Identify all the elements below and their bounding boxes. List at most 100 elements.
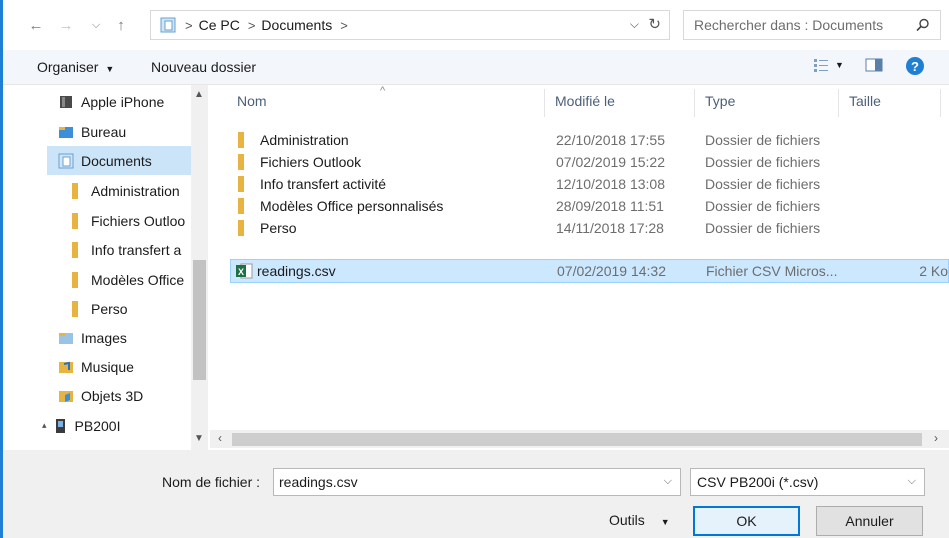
ok-button[interactable]: OK [693,506,800,536]
nav-item-objets-3d[interactable]: Objets 3D [3,381,194,410]
recent-locations-chevron-icon[interactable]: ⌵ [85,14,107,36]
column-divider[interactable] [838,89,839,117]
nav-pane-scrollbar[interactable]: ▲ ▼ [191,85,208,450]
file-type: Dossier de fichiers [705,198,821,214]
nav-item-apple-iphone[interactable]: Apple iPhone [3,87,194,116]
address-bar[interactable]: > Ce PC > Documents > ⌵ ↻ [150,10,670,40]
organize-dropdown-icon: ▼ [105,64,115,74]
search-icon[interactable] [916,18,930,32]
search-box[interactable] [683,10,941,40]
scroll-left-icon[interactable]: ‹ [218,431,222,445]
nav-item-label: Info transfert a [91,241,182,258]
file-row[interactable]: Modèles Office personnalisés 28/09/2018 … [230,195,949,217]
file-type: Fichier CSV Micros... [706,263,838,279]
navigation-pane: Apple iPhone Bureau Documents Administra… [3,85,208,450]
cancel-button[interactable]: Annuler [816,506,923,536]
nav-item-label: Images [81,329,127,346]
breadcrumb-separator: > [185,17,193,33]
folder-icon [238,154,244,170]
nav-item-label: Musique [81,358,134,375]
documents-icon [160,17,176,33]
pictures-folder-icon [59,332,73,344]
nav-scrollbar-thumb[interactable] [193,260,206,380]
address-row: ← → ⌵ ↑ > Ce PC > Documents > ⌵ ↻ [3,0,949,50]
nav-item-pb200i[interactable]: ▴ PB200I [3,411,194,440]
sort-ascending-icon: ^ [380,85,386,97]
horizontal-scrollbar-thumb[interactable] [232,433,922,446]
file-type: Dossier de fichiers [705,220,821,236]
column-divider[interactable] [544,89,545,117]
nav-item-documents[interactable]: Documents [47,146,194,175]
nav-item-label: Administration [91,182,180,199]
folder-icon [238,132,244,148]
file-list: ^ Nom Modifié le Type Taille Administrat… [210,85,949,450]
nav-item-images[interactable]: Images [3,323,194,352]
filename-history-chevron-icon[interactable]: ⌵ [664,475,672,488]
column-header-name[interactable]: Nom [237,93,267,109]
up-arrow-icon[interactable]: ↑ [110,14,132,36]
tools-button[interactable]: Outils ▼ [609,512,670,528]
filename-input[interactable] [279,474,639,490]
svg-text:X: X [238,267,244,277]
help-icon[interactable]: ? [905,56,925,76]
search-input[interactable] [694,17,894,33]
new-folder-button[interactable]: Nouveau dossier [151,59,256,75]
organize-button[interactable]: Organiser ▼ [37,59,114,75]
file-row[interactable]: Info transfert activité 12/10/2018 13:08… [230,173,949,195]
column-header-size[interactable]: Taille [849,93,881,109]
breadcrumb-separator[interactable]: > [248,18,256,33]
file-list-horizontal-scrollbar[interactable]: ‹ › [210,430,949,448]
breadcrumb-documents[interactable]: Documents [261,17,332,33]
nav-item-fichiers-outlook[interactable]: Fichiers Outloo [3,206,194,235]
nav-item-musique[interactable]: Musique [3,352,194,381]
column-divider[interactable] [940,89,941,117]
nav-item-modeles-office[interactable]: Modèles Office [3,265,194,294]
filename-field[interactable]: ⌵ [273,468,681,496]
folder-icon [238,220,244,236]
view-options-icon[interactable] [813,57,829,73]
command-toolbar: Organiser ▼ Nouveau dossier ▼ ? [3,50,949,85]
desktop-folder-icon [59,126,73,138]
file-modified-date: 22/10/2018 17:55 [556,132,665,148]
scroll-up-icon[interactable]: ▲ [194,89,204,100]
music-folder-icon [59,361,73,373]
scroll-right-icon[interactable]: › [934,431,938,445]
file-name: Fichiers Outlook [260,154,362,170]
column-header-modified[interactable]: Modifié le [555,93,615,109]
file-name: Info transfert activité [260,176,387,192]
file-name: Administration [260,132,349,148]
nav-item-bureau[interactable]: Bureau [3,117,194,146]
back-arrow-icon[interactable]: ← [25,14,47,36]
refresh-icon[interactable]: ↻ [648,15,661,33]
forward-arrow-icon[interactable]: → [55,14,77,36]
preview-pane-icon[interactable] [865,57,883,73]
folder-icon [72,212,78,229]
file-row[interactable]: Perso 14/11/2018 17:28 Dossier de fichie… [230,217,949,239]
folder-icon [72,241,78,258]
nav-item-label: Objets 3D [81,387,144,404]
breadcrumb-this-pc[interactable]: Ce PC [199,17,240,33]
nav-item-label: PB200I [74,417,121,434]
file-name: readings.csv [257,263,336,279]
expand-chevron-icon[interactable]: ▴ [42,420,47,431]
documents-folder-icon [58,153,74,168]
tools-label: Outils [609,512,645,528]
nav-item-label: Perso [91,300,128,317]
scroll-down-icon[interactable]: ▼ [194,433,204,444]
view-dropdown-icon[interactable]: ▼ [835,60,844,70]
address-dropdown-chevron-icon[interactable]: ⌵ [630,17,639,32]
breadcrumb-separator[interactable]: > [340,18,348,33]
nav-item-perso[interactable]: Perso [3,294,194,323]
filter-chevron-icon: ⌵ [907,475,916,487]
file-row[interactable]: Administration 22/10/2018 17:55 Dossier … [230,129,949,151]
excel-csv-icon: X [236,263,253,279]
nav-item-info-transfert[interactable]: Info transfert a [3,235,194,264]
file-type-filter-select[interactable]: CSV PB200i (*.csv) ⌵ [690,468,925,496]
folder-icon [238,176,244,192]
folder-icon [72,182,78,199]
file-row-selected[interactable]: X readings.csv 07/02/2019 14:32 Fichier … [230,259,949,283]
column-divider[interactable] [694,89,695,117]
column-header-type[interactable]: Type [705,93,735,109]
nav-item-administration[interactable]: Administration [3,176,194,205]
file-row[interactable]: Fichiers Outlook 07/02/2019 15:22 Dossie… [230,151,949,173]
